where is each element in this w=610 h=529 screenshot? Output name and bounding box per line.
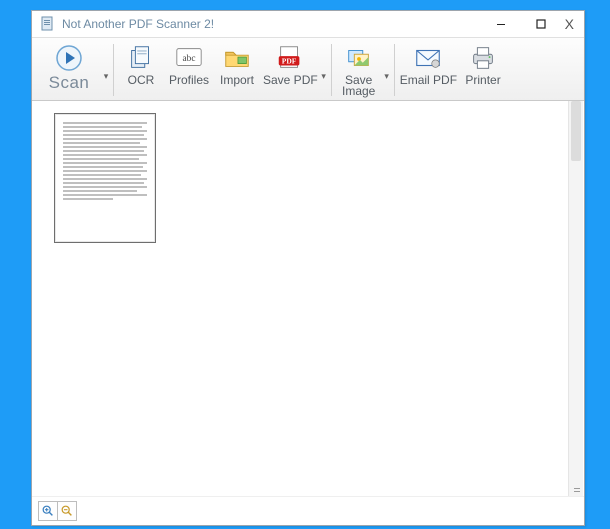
toolbar-separator	[394, 44, 395, 96]
pages-stack-icon	[125, 42, 157, 74]
save-image-button[interactable]: Save Image	[335, 40, 383, 100]
email-pdf-label: Email PDF	[400, 73, 457, 87]
abc-icon: abc	[173, 42, 205, 74]
scan-dropdown[interactable]: ▾	[102, 40, 110, 100]
print-button[interactable]: Printer	[459, 40, 507, 100]
app-icon	[40, 16, 56, 32]
save-pdf-label: Save PDF	[263, 73, 318, 87]
resize-grip-icon	[572, 485, 580, 493]
status-bar	[32, 496, 584, 525]
printer-icon	[467, 42, 499, 74]
scan-label: Scan	[49, 73, 90, 93]
save-pdf-icon: PDF	[274, 42, 306, 74]
save-image-label-bottom: Image	[342, 84, 375, 98]
ocr-button[interactable]: OCR	[117, 40, 165, 100]
app-window: Not Another PDF Scanner 2! X Scan	[31, 10, 585, 526]
profiles-label: Profiles	[169, 73, 209, 87]
title-bar: Not Another PDF Scanner 2! X	[32, 11, 584, 38]
zoom-controls	[38, 501, 77, 521]
toolbar: Scan ▾ OCR	[32, 38, 584, 101]
import-button[interactable]: Import	[213, 40, 261, 100]
save-image-dropdown[interactable]: ▾	[383, 40, 391, 100]
desktop-background: Not Another PDF Scanner 2! X Scan	[0, 0, 610, 529]
toolbar-separator	[331, 44, 332, 96]
close-button[interactable]: X	[561, 16, 584, 32]
printer-label: Printer	[465, 73, 500, 87]
svg-text:PDF: PDF	[282, 57, 297, 66]
folder-open-icon	[221, 42, 253, 74]
page-thumbnail[interactable]	[54, 113, 156, 243]
maximize-button[interactable]	[521, 11, 561, 37]
profiles-button[interactable]: abc Profiles	[165, 40, 213, 100]
scan-button[interactable]: Scan	[36, 40, 102, 100]
pictures-icon	[343, 42, 375, 74]
envelope-icon	[412, 42, 444, 74]
zoom-in-button[interactable]	[39, 502, 58, 520]
minimize-button[interactable]	[481, 11, 521, 37]
email-pdf-button[interactable]: Email PDF	[398, 40, 459, 100]
zoom-out-button[interactable]	[58, 502, 76, 520]
scrollbar-vertical[interactable]	[568, 101, 583, 496]
thumbnail-panel	[32, 101, 584, 496]
ocr-label: OCR	[128, 73, 155, 87]
save-pdf-dropdown[interactable]: ▾	[320, 40, 328, 100]
scrollbar-thumb[interactable]	[571, 101, 581, 161]
svg-text:abc: abc	[183, 54, 196, 64]
toolbar-separator	[113, 44, 114, 96]
save-pdf-button[interactable]: PDF Save PDF	[261, 40, 320, 100]
window-title: Not Another PDF Scanner 2!	[62, 17, 214, 31]
play-circle-icon	[53, 42, 85, 74]
import-label: Import	[220, 73, 254, 87]
